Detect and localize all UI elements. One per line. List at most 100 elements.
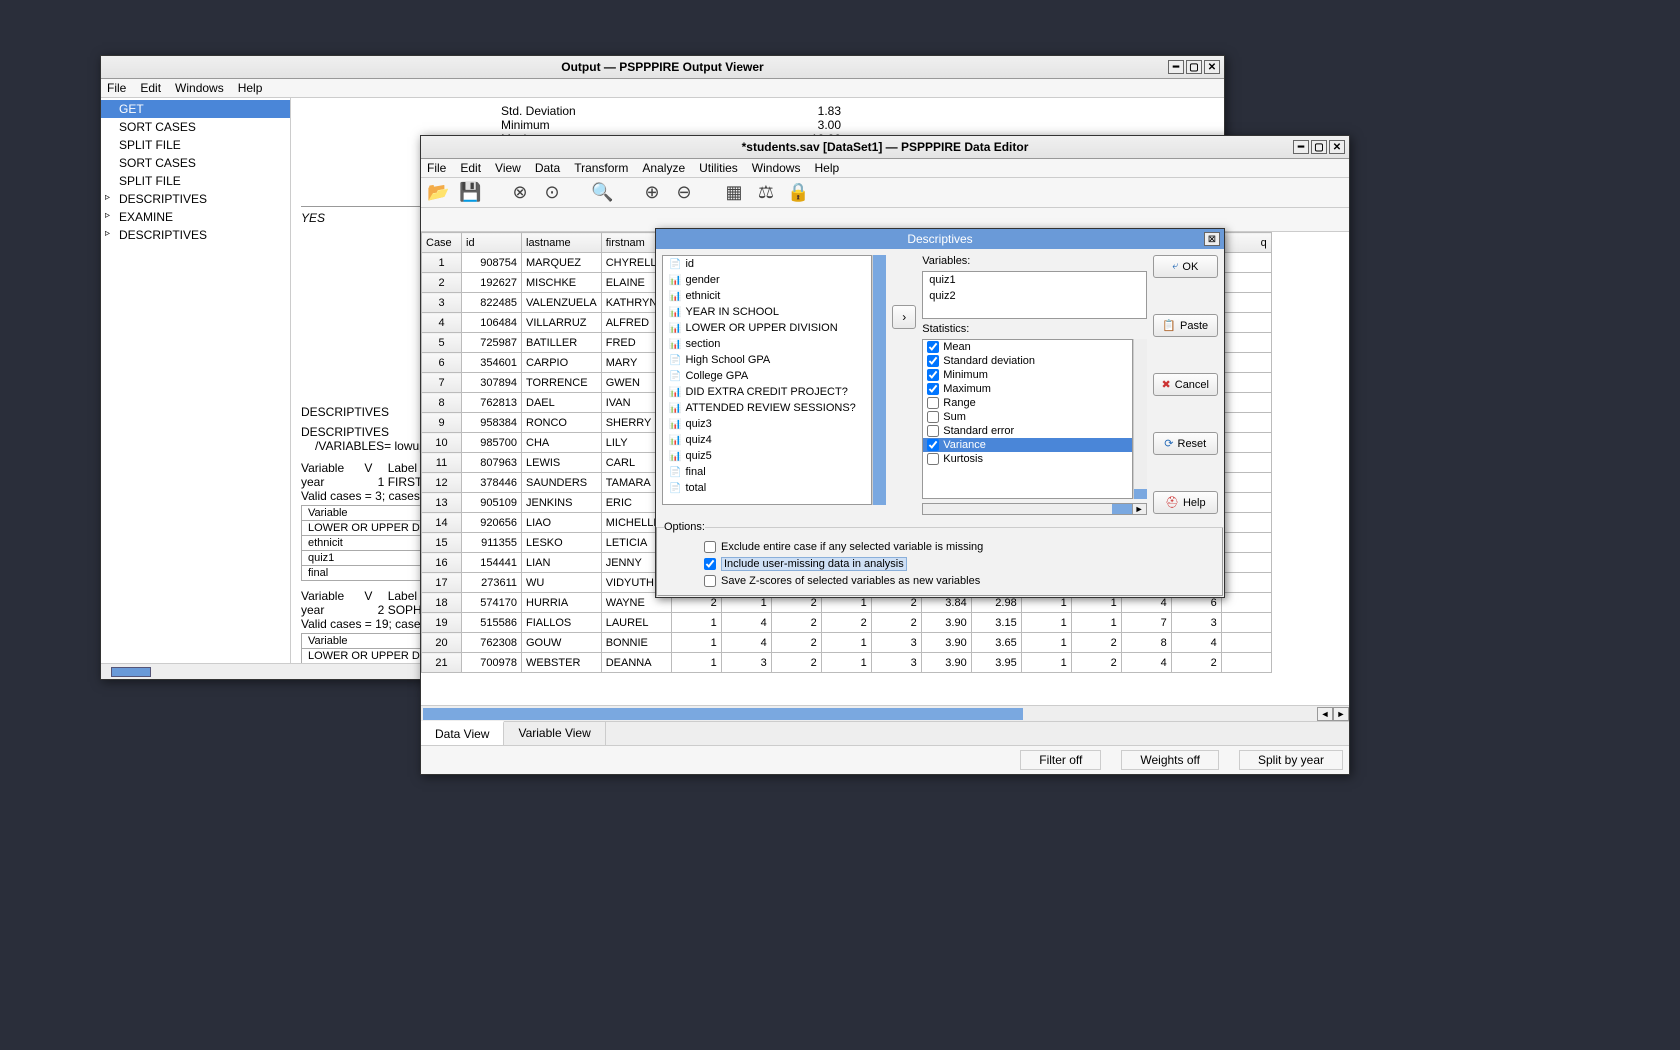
menu-transform[interactable]: Transform [574,161,628,175]
minimize-icon[interactable]: ━ [1293,140,1309,154]
minimize-icon[interactable]: ━ [1168,60,1184,74]
stat-item[interactable]: Range [923,396,1131,410]
reset-button[interactable]: ⟳Reset [1153,432,1218,455]
help-button[interactable]: ⛑Help [1153,491,1218,514]
bar-chart-icon: 📊 [669,291,681,302]
variable-item[interactable]: 📊DID EXTRA CREDIT PROJECT? [663,384,871,400]
stat-checkbox[interactable] [927,439,939,451]
menu-windows[interactable]: Windows [752,161,801,175]
stat-item[interactable]: Maximum [923,382,1131,396]
output-tree[interactable]: GETSORT CASESSPLIT FILESORT CASESSPLIT F… [101,98,291,663]
tree-item[interactable]: DESCRIPTIVES [101,226,290,244]
variable-item[interactable]: 📊YEAR IN SCHOOL [663,304,871,320]
save-icon[interactable]: 💾 [459,182,481,203]
option-checkbox[interactable] [704,558,716,570]
variable-item[interactable]: 📊LOWER OR UPPER DIVISION [663,320,871,336]
variable-item[interactable]: 📊gender [663,272,871,288]
move-variable-button[interactable]: › [892,305,916,329]
stat-checkbox[interactable] [927,397,939,409]
close-icon[interactable]: ⊠ [1204,232,1220,246]
option-checkbox[interactable] [704,575,716,587]
tab-variable-view[interactable]: Variable View [504,722,605,745]
stat-checkbox[interactable] [927,425,939,437]
tree-item[interactable]: DESCRIPTIVES [101,190,290,208]
open-icon[interactable]: 📂 [427,182,449,203]
menu-help[interactable]: Help [814,161,839,175]
variable-item[interactable]: 📊quiz5 [663,448,871,464]
data-titlebar[interactable]: *students.sav [DataSet1] — PSPPPIRE Data… [421,136,1349,159]
weight-cases-icon[interactable]: ⚖ [755,182,777,203]
stat-item[interactable]: Standard deviation [923,354,1131,368]
stat-checkbox[interactable] [927,369,939,381]
data-toolbar: 📂 💾 ⊗ ⊙ 🔍 ⊕ ⊖ ▦ ⚖ 🔒 [421,178,1349,208]
paste-button[interactable]: 📋Paste [1153,314,1218,337]
option-item[interactable]: Save Z-scores of selected variables as n… [664,573,1216,589]
stat-item[interactable]: Variance [923,438,1131,452]
go-to-variable-icon[interactable]: ⊙ [541,182,563,203]
variable-item[interactable]: 📊ATTENDED REVIEW SESSIONS? [663,400,871,416]
tree-item[interactable]: SPLIT FILE [101,136,290,154]
split-status: Split by year [1239,750,1343,770]
ok-button[interactable]: ⤶OK [1153,255,1218,278]
variable-item[interactable]: 📄College GPA [663,368,871,384]
selected-variables-list[interactable]: quiz1quiz2 [922,271,1146,319]
output-titlebar[interactable]: Output — PSPPPIRE Output Viewer ━ ▢ ✕ [101,56,1224,79]
option-item[interactable]: Include user-missing data in analysis [664,555,1216,573]
menu-file[interactable]: File [427,161,446,175]
tree-item[interactable]: SORT CASES [101,118,290,136]
stat-checkbox[interactable] [927,411,939,423]
split-file-icon[interactable]: ▦ [723,182,745,203]
variable-item[interactable]: 📊quiz3 [663,416,871,432]
tree-item[interactable]: SORT CASES [101,154,290,172]
stat-checkbox[interactable] [927,355,939,367]
variable-item[interactable]: 📊section [663,336,871,352]
go-to-case-icon[interactable]: ⊗ [509,182,531,203]
menu-windows[interactable]: Windows [175,81,224,95]
menu-data[interactable]: Data [535,161,560,175]
data-hscrollbar[interactable]: ◄► [421,705,1349,721]
menu-edit[interactable]: Edit [460,161,481,175]
variable-item[interactable]: 📊quiz4 [663,432,871,448]
close-icon[interactable]: ✕ [1329,140,1345,154]
cancel-button[interactable]: ✖Cancel [1153,373,1218,396]
menu-utilities[interactable]: Utilities [699,161,738,175]
find-icon[interactable]: 🔍 [591,182,613,203]
selected-variable[interactable]: quiz2 [923,288,1145,304]
menu-edit[interactable]: Edit [140,81,161,95]
stat-checkbox[interactable] [927,453,939,465]
variable-item[interactable]: 📊ethnicit [663,288,871,304]
maximize-icon[interactable]: ▢ [1186,60,1202,74]
document-icon: 📄 [669,467,681,478]
value-labels-icon[interactable]: 🔒 [787,182,809,203]
close-icon[interactable]: ✕ [1204,60,1220,74]
insert-case-icon[interactable]: ⊕ [641,182,663,203]
stat-item[interactable]: Mean [923,340,1131,354]
variable-item[interactable]: 📄High School GPA [663,352,871,368]
stat-item[interactable]: Standard error [923,424,1131,438]
menu-view[interactable]: View [495,161,521,175]
tree-item[interactable]: SPLIT FILE [101,172,290,190]
stat-item[interactable]: Minimum [923,368,1131,382]
tree-item[interactable]: GET [101,100,290,118]
dialog-titlebar[interactable]: Descriptives ⊠ [656,229,1224,249]
menu-file[interactable]: File [107,81,126,95]
menu-help[interactable]: Help [238,81,263,95]
selected-variable[interactable]: quiz1 [923,272,1145,288]
option-checkbox[interactable] [704,541,716,553]
maximize-icon[interactable]: ▢ [1311,140,1327,154]
insert-variable-icon[interactable]: ⊖ [673,182,695,203]
stat-item[interactable]: Kurtosis [923,452,1131,466]
variable-item[interactable]: 📄id [663,256,871,272]
variable-item[interactable]: 📄total [663,480,871,496]
stat-checkbox[interactable] [927,383,939,395]
stat-checkbox[interactable] [927,341,939,353]
option-item[interactable]: Exclude entire case if any selected vari… [664,539,1216,555]
available-variables-list[interactable]: 📄id📊gender📊ethnicit📊YEAR IN SCHOOL📊LOWER… [662,255,872,505]
stat-item[interactable]: Sum [923,410,1131,424]
variable-item[interactable]: 📄final [663,464,871,480]
tree-item[interactable]: EXAMINE [101,208,290,226]
statistics-list[interactable]: MeanStandard deviationMinimumMaximumRang… [922,339,1132,499]
tab-data-view[interactable]: Data View [421,721,504,745]
bar-chart-icon: 📊 [669,419,681,430]
menu-analyze[interactable]: Analyze [642,161,685,175]
